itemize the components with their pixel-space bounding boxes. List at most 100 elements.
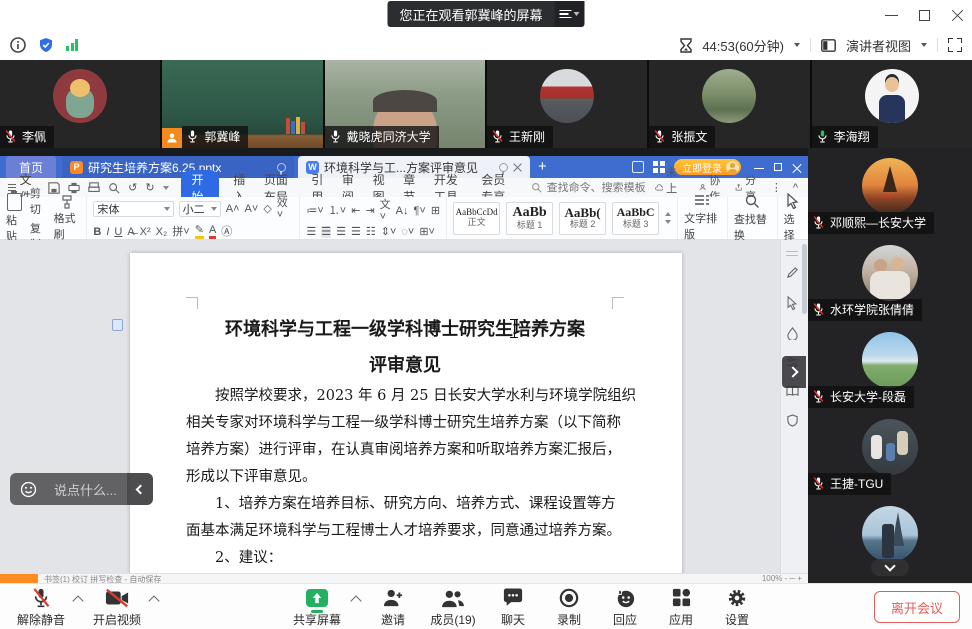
invite-button[interactable]: 邀请 [368,587,418,628]
protect-icon[interactable] [786,414,799,427]
table-icon[interactable]: ⊞ [431,205,440,217]
bold-button[interactable]: B [93,226,101,238]
style-normal[interactable]: AaBbCcDd 正文 [453,202,500,235]
document-page[interactable]: 环境科学与工程一级学科博士研究生培养方案 评审意见 按照学校要求，2023 年 … [130,253,682,573]
chat-collapse-button[interactable] [127,473,153,505]
fullscreen-icon[interactable] [948,38,962,52]
align-left-icon[interactable]: ☰ [306,226,316,238]
apps-button[interactable]: 应用 [656,587,706,628]
paste-button[interactable]: 粘贴 [6,193,24,244]
number-list-icon[interactable]: ⒈˅ [329,205,346,217]
show-marks-icon[interactable]: ¶˅ [414,205,426,217]
select-tool[interactable]: 选择 [784,193,802,243]
video-tile[interactable]: 长安大学-段磊 [808,322,972,408]
video-tile[interactable]: 戴晓虎同济大学 [325,60,485,148]
video-tile[interactable]: 王捷-TGU [808,409,972,495]
close-button[interactable] [951,9,964,22]
subscript-button[interactable]: X₂ [156,226,168,238]
strikethrough-button[interactable]: A̶ [127,226,134,238]
minimize-button[interactable] [885,9,898,22]
shrink-font-icon[interactable]: A˅ [245,203,259,215]
video-tile[interactable]: 水环学院张倩倩 [808,235,972,321]
emoji-icon[interactable] [20,481,37,498]
view-dropdown-icon[interactable] [921,43,927,47]
italic-button[interactable]: I [106,226,109,238]
edit-pen-icon[interactable] [786,266,799,279]
sort-icon[interactable]: A↓ [396,205,409,217]
select-cursor-icon[interactable] [786,296,798,310]
borders-icon[interactable]: ⊞˅ [419,226,435,238]
grow-font-icon[interactable]: A˄ [226,203,240,215]
text-effects-icon[interactable]: 效˅ [277,197,294,221]
security-shield-icon[interactable] [38,37,54,53]
network-signal-icon[interactable] [66,39,78,51]
increase-indent-icon[interactable]: ⇥ [365,205,374,217]
align-center-icon[interactable]: ☰ [321,226,331,238]
wps-zoom-control[interactable]: 100% - ─ + [762,574,802,583]
phonetic-icon[interactable]: 拼˅ [172,226,189,238]
font-color-button[interactable]: A [209,224,216,239]
timer-dropdown-icon[interactable] [794,43,800,47]
shading-icon[interactable]: ◌˅ [401,226,414,238]
share-options-chevron[interactable] [350,595,361,606]
font-name-select[interactable]: 宋体 [93,201,173,217]
new-tab-button[interactable]: + [538,157,547,177]
share-screen-button[interactable]: 共享屏幕 [288,587,346,628]
panel-toggle-icon[interactable] [632,161,644,173]
meeting-info-icon[interactable] [10,37,26,53]
typeset-tool[interactable]: 文字排版 [684,194,721,242]
chat-input-button[interactable]: 说点什么... [10,473,127,505]
search-input[interactable] [547,182,655,194]
font-size-select[interactable]: 小二 [179,201,221,217]
chat-button[interactable]: 聊天 [488,587,538,628]
format-painter-button[interactable]: 格式刷 [54,195,81,242]
video-tile[interactable]: 李佩 [0,60,160,148]
collapse-ribbon-icon[interactable]: ^ [793,182,798,194]
find-replace-tool[interactable]: 查找替换 [734,193,771,243]
line-spacing-icon[interactable]: ⇕˅ [381,226,397,238]
reactions-button[interactable]: 回应 [600,587,650,628]
video-tile[interactable] [808,496,972,582]
view-mode-selector[interactable]: 演讲者视图 [846,36,911,55]
start-video-button[interactable]: 开启视频 [88,587,146,628]
leave-meeting-button[interactable]: 离开会议 [874,591,960,623]
unmute-button[interactable]: 解除静音 [12,587,70,628]
styles-down-icon[interactable] [665,220,671,224]
video-tile[interactable]: Deng SX 邓顺熙—长安大学 [808,148,972,234]
paragraph-options-icon[interactable] [112,319,123,331]
record-button[interactable]: 录制 [544,587,594,628]
redo-dropdown-icon[interactable] [163,186,169,190]
underline-button[interactable]: U [114,226,122,238]
redo-icon[interactable]: ↻ [145,182,154,194]
superscript-button[interactable]: X² [140,226,151,238]
settings-button[interactable]: 设置 [712,587,762,628]
highlight-color-button[interactable]: ✎ [195,224,204,239]
clear-format-icon[interactable]: ◇ [263,203,271,215]
video-options-chevron[interactable] [148,595,159,606]
undo-icon[interactable]: ↺ [128,182,137,194]
ink-icon[interactable] [786,327,799,340]
decrease-indent-icon[interactable]: ⇤ [351,205,360,217]
style-heading2[interactable]: AaBb( 标题 2 [559,202,606,235]
style-heading3[interactable]: AaBbC 标题 3 [612,202,659,235]
style-heading1[interactable]: AaBb 标题 1 [506,202,553,235]
video-tile[interactable]: 李海翔 [812,60,972,148]
video-tile[interactable]: 王新刚 [487,60,647,148]
save-icon[interactable] [48,182,60,194]
print-icon[interactable] [88,182,100,194]
more-icon[interactable]: ⋮ [771,182,782,194]
distribute-icon[interactable]: ☷ [366,226,376,238]
banner-menu-button[interactable] [555,1,585,27]
align-right-icon[interactable]: ☰ [336,226,346,238]
meeting-timer[interactable]: 44:53(60分钟) [702,36,784,55]
character-shading-icon[interactable]: Ⓐ [221,226,232,238]
video-tile[interactable]: 郭冀峰 [162,60,322,148]
cut-button[interactable]: 剪切 [30,185,48,217]
justify-icon[interactable]: ☰ [351,226,361,238]
command-search[interactable] [531,182,655,194]
document-canvas[interactable]: 环境科学与工程一级学科博士研究生培养方案 评审意见 按照学校要求，2023 年 … [0,240,780,573]
members-button[interactable]: 成员(19) [424,587,482,628]
sidebar-expand-button[interactable] [782,356,806,388]
video-tile[interactable]: 张振文 [649,60,809,148]
maximize-button[interactable] [918,9,931,22]
